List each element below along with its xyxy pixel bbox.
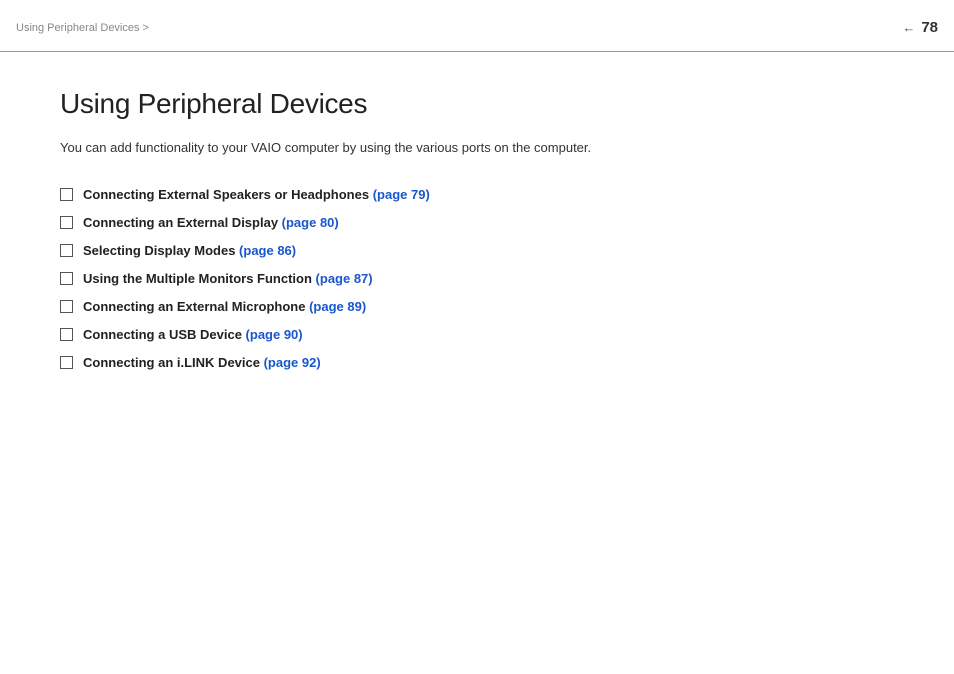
toc-item-label: Connecting External Speakers or Headphon… bbox=[83, 187, 373, 202]
toc-item: Connecting an External Display (page 80) bbox=[60, 214, 894, 230]
toc-item-link[interactable]: (page 90) bbox=[246, 327, 303, 342]
toc-checkbox-icon bbox=[60, 328, 73, 341]
toc-item-link[interactable]: (page 79) bbox=[373, 187, 430, 202]
toc-item-label: Connecting an External Display bbox=[83, 215, 282, 230]
toc-item-label: Connecting an i.LINK Device bbox=[83, 355, 264, 370]
breadcrumb: Using Peripheral Devices > bbox=[16, 22, 149, 34]
toc-item: Connecting an External Microphone (page … bbox=[60, 298, 894, 314]
toc-item: Connecting External Speakers or Headphon… bbox=[60, 186, 894, 202]
toc-item-text: Connecting an External Display (page 80) bbox=[83, 214, 339, 230]
toc-item-label: Using the Multiple Monitors Function bbox=[83, 271, 316, 286]
toc-item-text: Connecting an External Microphone (page … bbox=[83, 298, 366, 314]
toc-item-text: Connecting a USB Device (page 90) bbox=[83, 326, 303, 342]
toc-checkbox-icon bbox=[60, 300, 73, 313]
toc-item-label: Connecting an External Microphone bbox=[83, 299, 309, 314]
toc-item-text: Using the Multiple Monitors Function (pa… bbox=[83, 270, 373, 286]
toc-item-text: Connecting External Speakers or Headphon… bbox=[83, 186, 430, 202]
page-number-container: ← 78 bbox=[902, 19, 938, 36]
page-title: Using Peripheral Devices bbox=[60, 88, 894, 120]
toc-checkbox-icon bbox=[60, 272, 73, 285]
toc-item: Connecting a USB Device (page 90) bbox=[60, 326, 894, 342]
toc-item: Connecting an i.LINK Device (page 92) bbox=[60, 354, 894, 370]
toc-item-link[interactable]: (page 89) bbox=[309, 299, 366, 314]
intro-paragraph: You can add functionality to your VAIO c… bbox=[60, 138, 894, 158]
content-area: Using Peripheral Devices You can add fun… bbox=[0, 52, 954, 422]
toc-checkbox-icon bbox=[60, 356, 73, 369]
toc-item-link[interactable]: (page 80) bbox=[282, 215, 339, 230]
toc-item-label: Selecting Display Modes bbox=[83, 243, 239, 258]
toc-item-link[interactable]: (page 87) bbox=[316, 271, 373, 286]
toc-item-text: Selecting Display Modes (page 86) bbox=[83, 242, 296, 258]
toc-item-text: Connecting an i.LINK Device (page 92) bbox=[83, 354, 321, 370]
toc-checkbox-icon bbox=[60, 244, 73, 257]
toc-checkbox-icon bbox=[60, 188, 73, 201]
toc-checkbox-icon bbox=[60, 216, 73, 229]
toc-item-link[interactable]: (page 86) bbox=[239, 243, 296, 258]
toc-item-link[interactable]: (page 92) bbox=[264, 355, 321, 370]
header-bar: Using Peripheral Devices > ← 78 bbox=[0, 0, 954, 52]
toc-item: Using the Multiple Monitors Function (pa… bbox=[60, 270, 894, 286]
toc-item-label: Connecting a USB Device bbox=[83, 327, 246, 342]
toc-item: Selecting Display Modes (page 86) bbox=[60, 242, 894, 258]
page-arrow-icon: ← bbox=[902, 20, 915, 35]
page-number: 78 bbox=[921, 19, 938, 36]
toc-list: Connecting External Speakers or Headphon… bbox=[60, 186, 894, 370]
